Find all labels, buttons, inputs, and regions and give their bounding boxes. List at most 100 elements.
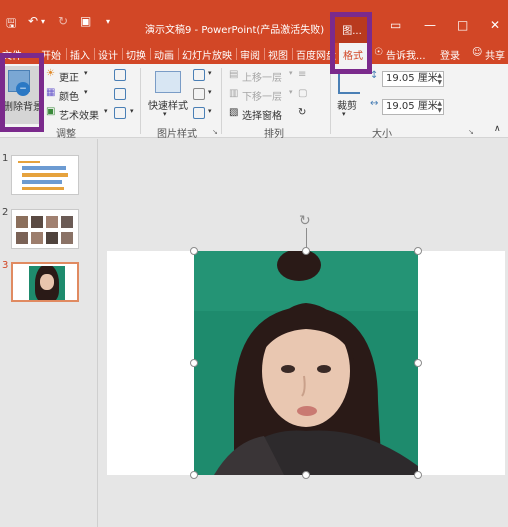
slide-thumbnail-1[interactable] [11, 155, 79, 195]
group-separator [330, 68, 331, 134]
reset-picture-icon[interactable] [114, 107, 126, 119]
selection-pane-icon: ▧ [229, 107, 239, 118]
user-icon: ☺ [472, 47, 483, 58]
resize-handle-e[interactable] [414, 359, 422, 367]
width-input[interactable]: 19.05 厘米 ▲ ▼ [382, 99, 444, 115]
undo-icon[interactable]: ↶ [28, 14, 38, 28]
selected-picture[interactable] [194, 251, 418, 475]
corrections-icon: ☀ [46, 68, 55, 79]
quick-styles-button[interactable]: 快速样式 [148, 97, 188, 112]
artistic-effects-button[interactable]: 艺术效果 [59, 107, 99, 122]
resize-handle-s[interactable] [302, 471, 310, 479]
color-button[interactable]: 颜色 [59, 88, 79, 103]
adjust-group-label: 调整 [56, 129, 76, 140]
group-separator [140, 68, 141, 134]
slide-thumbnails-pane: 1 2 3 [0, 139, 97, 527]
color-icon: ▦ [46, 87, 56, 98]
ribbon: − 删除背景 ☀ 更正 ▾ ▦ 颜色 ▾ ▣ 艺术效果 ▾ ▾ 调整 快速样式 … [0, 64, 508, 140]
quick-styles-icon [155, 71, 181, 93]
window-title: 演示文稿9 - PowerPoint(产品激活失败) [145, 25, 325, 36]
close-icon[interactable]: ✕ [490, 18, 500, 32]
width-value: 19.05 厘米 [386, 101, 438, 112]
pane-divider [97, 139, 98, 527]
slide-number: 1 [2, 153, 9, 164]
slide-number: 2 [2, 207, 9, 218]
height-input[interactable]: 19.05 厘米 ▲ ▼ [382, 71, 444, 87]
portrait-photo [194, 251, 418, 475]
slide-thumbnail-2[interactable] [11, 209, 79, 249]
chevron-down-icon: ▾ [208, 88, 212, 96]
chevron-down-icon: ▾ [104, 107, 108, 115]
tab-view[interactable]: 视图 [268, 47, 288, 62]
bring-forward-button[interactable]: 上移一层 [242, 69, 282, 84]
slide-thumbnail-3[interactable] [11, 262, 79, 302]
tab-separator [94, 48, 95, 60]
slide-number: 3 [2, 260, 9, 271]
tab-design[interactable]: 设计 [98, 47, 118, 62]
crop-button[interactable]: 裁剪 [337, 97, 357, 112]
tab-home[interactable]: 开始 [41, 47, 61, 62]
login-button[interactable]: 登录 [440, 47, 460, 62]
save-icon[interactable]: 🖫 [6, 14, 16, 35]
redo-icon[interactable]: ↻ [58, 14, 68, 28]
tab-separator [236, 48, 237, 60]
highlight-format-tab [330, 12, 372, 74]
chevron-down-icon: ▾ [342, 110, 346, 118]
share-button[interactable]: 共享 [485, 47, 505, 62]
resize-handle-nw[interactable] [190, 247, 198, 255]
align-icon: ≡ [298, 69, 307, 80]
undo-dropdown-icon[interactable]: ▾ [41, 17, 45, 26]
crop-icon [338, 72, 360, 94]
artistic-effects-icon: ▣ [46, 106, 56, 117]
rotate-handle-icon[interactable]: ↻ [299, 213, 311, 229]
minimize-icon[interactable]: — [424, 18, 436, 32]
picture-layout-icon[interactable] [193, 107, 205, 119]
present-icon[interactable]: ▣ [80, 14, 91, 28]
resize-handle-w[interactable] [190, 359, 198, 367]
chevron-down-icon: ▾ [208, 107, 212, 115]
resize-handle-se[interactable] [414, 471, 422, 479]
chevron-down-icon: ▾ [84, 88, 88, 96]
size-group-label: 大小 [372, 129, 392, 140]
send-backward-button[interactable]: 下移一层 [242, 88, 282, 103]
collapse-ribbon-icon[interactable]: ∧ [494, 124, 501, 134]
ribbon-tabs: 文件 开始 插入 设计 切换 动画 幻灯片放映 审阅 视图 百度网盘 格式 ☉ … [0, 43, 508, 64]
tab-insert[interactable]: 插入 [70, 47, 90, 62]
resize-handle-sw[interactable] [190, 471, 198, 479]
picture-styles-group-label: 图片样式 [157, 129, 197, 140]
tab-animations[interactable]: 动画 [154, 47, 174, 62]
height-value: 19.05 厘米 [386, 73, 438, 84]
customize-icon[interactable]: ▾ [106, 17, 110, 26]
picture-effects-icon[interactable] [193, 88, 205, 100]
tab-slideshow[interactable]: 幻灯片放映 [182, 47, 232, 62]
resize-handle-n[interactable] [302, 247, 310, 255]
corrections-button[interactable]: 更正 [59, 69, 79, 84]
tab-review[interactable]: 审阅 [240, 47, 260, 62]
change-picture-icon[interactable] [114, 88, 126, 100]
selection-pane-button[interactable]: 选择窗格 [242, 107, 282, 122]
tab-separator [264, 48, 265, 60]
resize-handle-ne[interactable] [414, 247, 422, 255]
ribbon-display-icon[interactable]: ▭ [390, 18, 401, 32]
spinner-icon[interactable]: ▲ ▼ [437, 72, 442, 86]
tell-me-box[interactable]: 告诉我... [386, 47, 426, 62]
tab-separator [66, 48, 67, 60]
rotate-handle-line [306, 228, 307, 248]
chevron-down-icon: ▾ [130, 107, 134, 115]
send-backward-icon: ▥ [229, 88, 239, 99]
title-bar: 🖫 ↶ ▾ ↻ ▣ ▾ 演示文稿9 - PowerPoint(产品激活失败) 图… [0, 0, 508, 43]
maximize-icon[interactable]: □ [457, 18, 468, 32]
rotate-icon[interactable]: ↻ [298, 107, 306, 118]
chevron-down-icon: ▾ [208, 69, 212, 77]
tab-transitions[interactable]: 切换 [126, 47, 146, 62]
chevron-down-icon: ▾ [84, 69, 88, 77]
dialog-launcher-icon[interactable]: ↘ [212, 128, 218, 136]
spinner-icon[interactable]: ▲ ▼ [437, 100, 442, 114]
group-icon: ▢ [298, 88, 308, 99]
tab-separator [178, 48, 179, 60]
dialog-launcher-icon[interactable]: ↘ [468, 128, 474, 136]
compress-pictures-icon[interactable] [114, 69, 126, 81]
tab-separator [122, 48, 123, 60]
picture-border-icon[interactable] [193, 69, 205, 81]
chevron-down-icon: ▾ [163, 110, 167, 118]
